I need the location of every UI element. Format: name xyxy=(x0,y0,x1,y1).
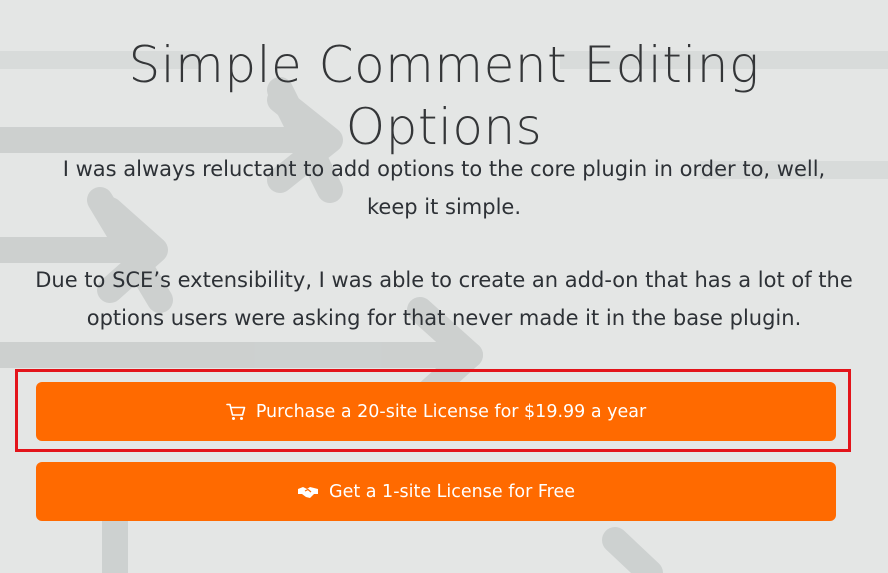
extensibility-paragraph-line-2: options users were asking for that never… xyxy=(86,306,802,330)
extensibility-paragraph-line-1: Due to SCE’s extensibility, I was able t… xyxy=(35,268,853,292)
main-content: Simple Comment Editing Options I was alw… xyxy=(0,0,888,573)
page-title: Simple Comment Editing Options xyxy=(0,34,888,158)
page-title-line-2: Options xyxy=(345,97,543,156)
intro-paragraph-line-1: I was always reluctant to add options to… xyxy=(62,157,826,181)
intro-paragraph: I was always reluctant to add options to… xyxy=(30,150,858,226)
shopping-cart-icon xyxy=(226,403,246,421)
intro-paragraph-line-2: keep it simple. xyxy=(367,195,521,219)
purchase-license-button[interactable]: Purchase a 20-site License for $19.99 a … xyxy=(36,382,836,441)
extensibility-paragraph: Due to SCE’s extensibility, I was able t… xyxy=(30,261,858,337)
purchase-license-button-label: Purchase a 20-site License for $19.99 a … xyxy=(255,401,647,422)
free-license-button-label: Get a 1-site License for Free xyxy=(329,481,575,502)
page-title-line-1: Simple Comment Editing xyxy=(128,35,760,94)
free-license-button[interactable]: Get a 1-site License for Free xyxy=(36,462,836,521)
handshake-icon xyxy=(297,485,319,499)
